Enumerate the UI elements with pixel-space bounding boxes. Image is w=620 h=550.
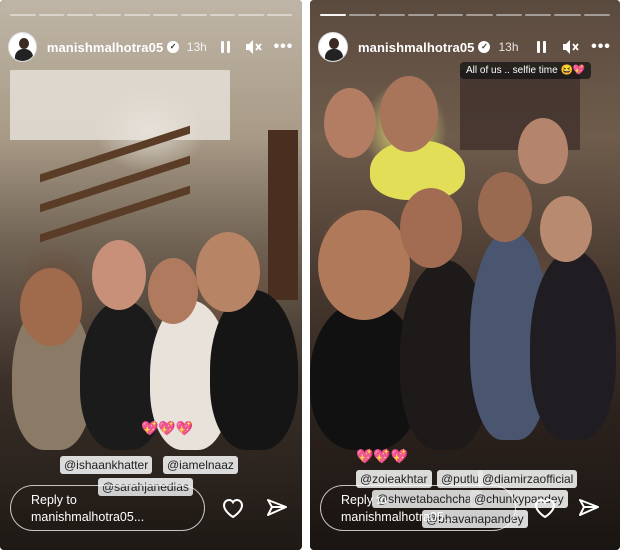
story-progress-bar — [10, 14, 292, 16]
story-header: manishmalhotra05 ✓ 13h ••• — [8, 30, 294, 64]
username[interactable]: manishmalhotra05 — [47, 40, 163, 55]
emoji-sticker: 💖💖💖 — [141, 420, 194, 436]
face-silhouette — [20, 268, 82, 346]
story-card-right[interactable]: manishmalhotra05 ✓ 13h ••• All of us .. … — [310, 0, 620, 550]
username[interactable]: manishmalhotra05 — [358, 40, 474, 55]
emoji-sticker: 💖💖💖 — [356, 448, 409, 464]
face-silhouette — [380, 76, 438, 152]
speaker-muted-icon[interactable] — [560, 36, 582, 58]
story-progress-bar — [320, 14, 610, 16]
story-header: manishmalhotra05 ✓ 13h ••• — [318, 30, 612, 64]
face-silhouette — [400, 188, 462, 268]
face-silhouette — [540, 196, 592, 262]
more-options-icon[interactable]: ••• — [590, 36, 612, 58]
mention-tag[interactable]: @iamelnaaz — [163, 456, 238, 474]
ceiling-decor — [10, 70, 230, 140]
person-silhouette — [210, 290, 298, 450]
mention-tag[interactable]: @ishaankhatter — [60, 456, 153, 474]
story-footer: Reply to manishmalhotra05... — [320, 484, 610, 532]
story-card-left[interactable]: manishmalhotra05 ✓ 13h ••• 💖💖💖 @ishaankh… — [0, 0, 302, 550]
send-icon[interactable] — [262, 493, 292, 523]
face-silhouette — [92, 240, 146, 310]
person-silhouette — [530, 250, 616, 440]
reply-input[interactable]: Reply to manishmalhotra05... — [320, 485, 516, 531]
more-options-icon[interactable]: ••• — [273, 36, 294, 58]
face-silhouette — [318, 210, 410, 320]
story-footer: Reply to manishmalhotra05... — [10, 484, 292, 532]
face-silhouette — [478, 172, 532, 242]
timestamp: 13h — [498, 40, 519, 54]
send-icon[interactable] — [574, 493, 604, 523]
face-silhouette — [518, 118, 568, 184]
door-decor — [268, 130, 298, 300]
staircase-decor — [40, 125, 190, 250]
face-silhouette — [148, 258, 198, 324]
caption-sticker: All of us .. selfie time 😆💖 — [460, 62, 592, 79]
pause-icon[interactable] — [215, 36, 236, 58]
face-silhouette — [324, 88, 376, 158]
verified-badge-icon: ✓ — [167, 41, 179, 53]
avatar[interactable] — [8, 32, 37, 62]
pause-icon[interactable] — [530, 36, 552, 58]
heart-icon[interactable] — [530, 493, 560, 523]
heart-icon[interactable] — [219, 493, 249, 523]
face-silhouette — [196, 232, 260, 312]
reply-input[interactable]: Reply to manishmalhotra05... — [10, 485, 205, 531]
speaker-muted-icon[interactable] — [244, 36, 265, 58]
avatar[interactable] — [318, 32, 348, 62]
verified-badge-icon: ✓ — [478, 41, 491, 53]
timestamp: 13h — [186, 40, 207, 54]
